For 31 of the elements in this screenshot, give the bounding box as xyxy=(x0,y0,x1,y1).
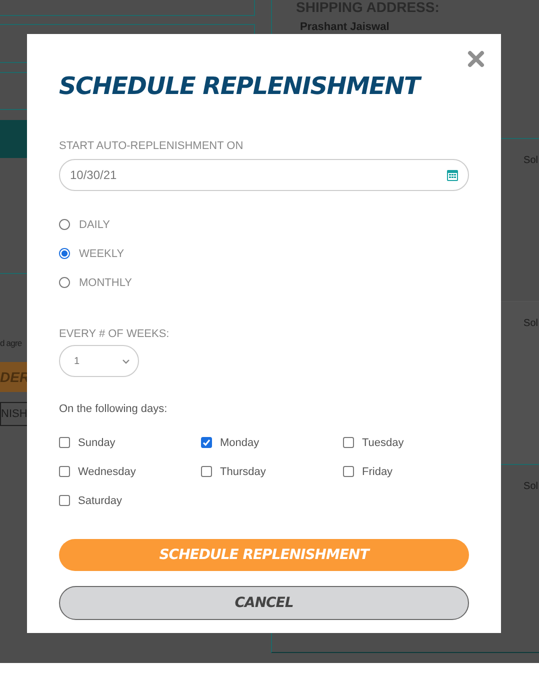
day-label: Saturday xyxy=(78,494,122,506)
item-label: Sol xyxy=(524,318,538,329)
checkbox[interactable] xyxy=(59,495,70,506)
day-label: Wednesday xyxy=(78,466,136,478)
checkbox[interactable] xyxy=(343,437,354,448)
checkbox[interactable] xyxy=(201,437,212,448)
calendar-icon[interactable] xyxy=(447,169,458,181)
field-label: EVERY # OF WEEKS: xyxy=(59,328,170,340)
checkbox[interactable] xyxy=(343,466,354,477)
checkbox[interactable] xyxy=(59,466,70,477)
day-label: Monday xyxy=(220,436,260,448)
chevron-down-icon xyxy=(122,358,130,364)
date-field[interactable]: 10/30/21 xyxy=(59,159,469,191)
radio-button[interactable] xyxy=(59,219,70,230)
days-label: On the following days: xyxy=(59,403,168,415)
day-label: Tuesday xyxy=(362,436,404,448)
radio-label: WEEKLY xyxy=(79,248,124,260)
weeks-dropdown[interactable]: 1 xyxy=(59,345,139,377)
day-label: Friday xyxy=(362,466,393,478)
close-icon[interactable] xyxy=(467,50,485,68)
day-label: Sunday xyxy=(78,436,116,448)
radio-button[interactable] xyxy=(59,277,70,288)
radio-label: MONTHLY xyxy=(79,276,132,288)
cancel-button[interactable]: CANCEL xyxy=(59,586,469,620)
checkbox[interactable] xyxy=(59,437,70,448)
dialog-title: SCHEDULE REPLENISHMENT xyxy=(59,72,423,100)
checkbox[interactable] xyxy=(201,466,212,477)
day-label: Thursday xyxy=(220,466,266,478)
field-label: START AUTO-REPLENISHMENT ON xyxy=(59,140,244,152)
radio-button[interactable] xyxy=(59,248,70,259)
radio-label: DAILY xyxy=(79,218,110,230)
